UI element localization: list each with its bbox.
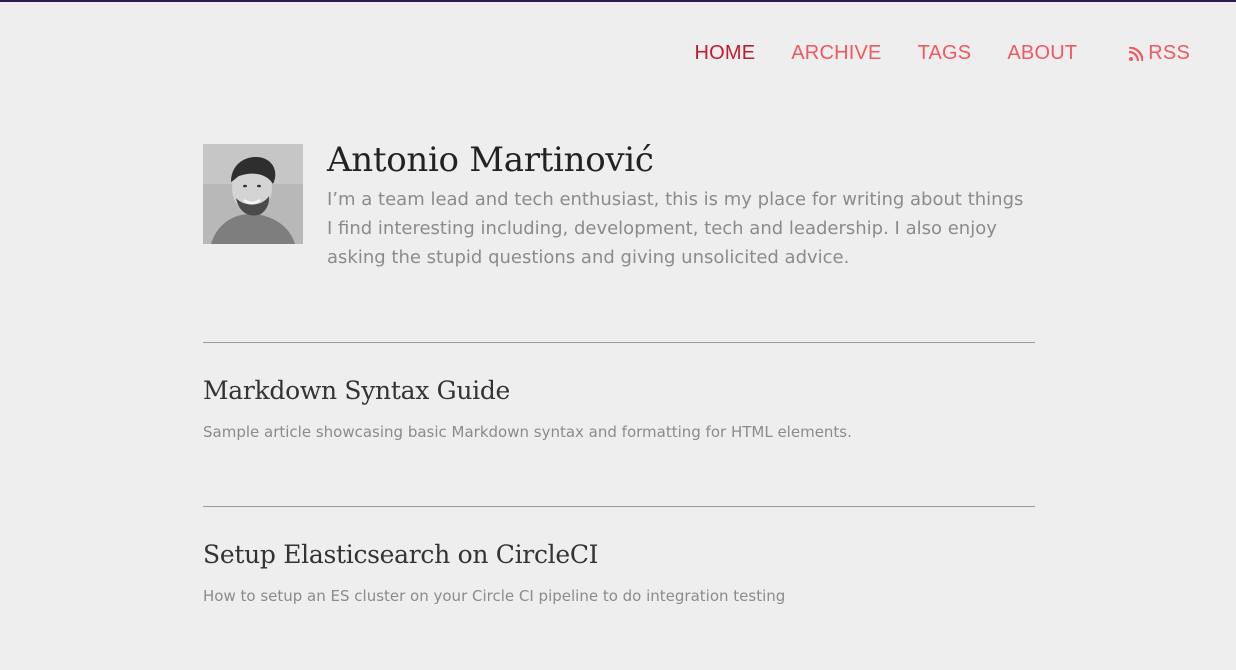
post-item: Setup Elasticsearch on CircleCI How to s… (203, 506, 1035, 670)
nav-home-link[interactable]: HOME (694, 42, 755, 65)
post-summary: How to setup an ES cluster on your Circl… (203, 587, 786, 605)
rss-icon (1129, 46, 1144, 61)
nav-tags-link[interactable]: TAGS (918, 42, 972, 65)
post-summary: Sample article showcasing basic Markdown… (203, 423, 852, 441)
avatar (203, 144, 303, 244)
profile-text: Antonio Martinović I’m a team lead and t… (327, 140, 1027, 272)
nav-rss-link[interactable]: RSS (1129, 42, 1190, 65)
post-title-link[interactable]: Setup Elasticsearch on CircleCI (203, 540, 1035, 569)
avatar-portrait-image (203, 144, 303, 244)
rss-label: RSS (1148, 42, 1190, 64)
post-item: Markdown Syntax Guide Sample article sho… (203, 342, 1035, 506)
main-nav: HOME ARCHIVE TAGS ABOUT RSS (658, 42, 1190, 65)
post-list: Markdown Syntax Guide Sample article sho… (203, 342, 1035, 670)
nav-about-link[interactable]: ABOUT (1007, 42, 1077, 65)
profile-intro: Antonio Martinović I’m a team lead and t… (203, 140, 1027, 272)
post-title-link[interactable]: Markdown Syntax Guide (203, 376, 1035, 405)
nav-archive-link[interactable]: ARCHIVE (791, 42, 881, 65)
author-name: Antonio Martinović (327, 140, 654, 180)
author-bio: I’m a team lead and tech enthusiast, thi… (327, 188, 1024, 268)
